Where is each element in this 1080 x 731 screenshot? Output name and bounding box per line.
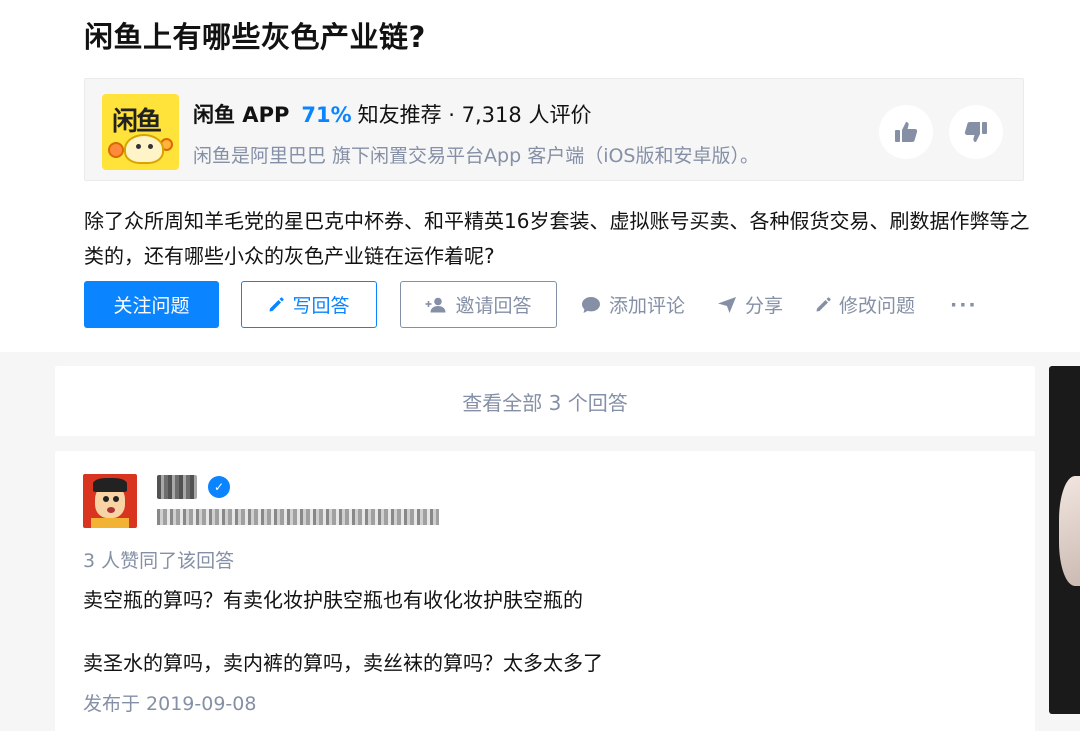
follow-question-button[interactable]: 关注问题 bbox=[84, 281, 219, 328]
edit-question-button[interactable]: 修改问题 bbox=[815, 281, 915, 328]
question-actions: 关注问题 写回答 邀请回答 添加评论 分享 修改问题 ··· bbox=[84, 281, 1044, 328]
app-recommend-card[interactable]: 闲鱼 闲鱼 APP 71% 知友推荐 · 7,318 人评价 闲鱼是阿里巴巴 旗下闲… bbox=[84, 78, 1024, 181]
more-icon: ··· bbox=[950, 293, 978, 316]
side-image bbox=[1059, 476, 1080, 586]
app-recommend-percent: 71% bbox=[301, 103, 352, 127]
invite-answer-label: 邀请回答 bbox=[455, 295, 532, 317]
avatar[interactable] bbox=[83, 474, 137, 528]
author-name-blurred[interactable] bbox=[157, 475, 197, 499]
edit-question-label: 修改问题 bbox=[839, 295, 916, 317]
app-recommend-count: 知友推荐 · 7,318 人评价 bbox=[357, 103, 592, 127]
answer-card: ✓ 3 人赞同了该回答 卖空瓶的算吗？有卖化妆护肤空瓶也有收化妆护肤空瓶的 卖圣… bbox=[55, 451, 1035, 731]
question-detail: 除了众所周知羊毛党的星巴克中杯券、和平精英16岁套装、虚拟账号买卖、各种假货交易… bbox=[84, 209, 1030, 268]
side-image-panel bbox=[1049, 366, 1080, 714]
app-name[interactable]: 闲鱼 APP bbox=[193, 103, 289, 127]
answer-paragraph: 卖空瓶的算吗？有卖化妆护肤空瓶也有收化妆护肤空瓶的 bbox=[83, 588, 583, 612]
question-header: 闲鱼上有哪些灰色产业链? 闲鱼 闲鱼 APP 71% 知友推荐 · 7,318 人评… bbox=[0, 0, 1080, 352]
thumbs-down-icon bbox=[964, 122, 987, 142]
answer-publish-date[interactable]: 发布于 2019-09-08 bbox=[83, 689, 256, 716]
pencil-icon bbox=[816, 296, 831, 311]
thumbs-up-icon bbox=[895, 122, 918, 142]
pencil-icon bbox=[269, 296, 285, 311]
share-label: 分享 bbox=[745, 295, 784, 317]
view-all-answers-button[interactable]: 查看全部 3 个回答 bbox=[55, 366, 1035, 436]
write-answer-button[interactable]: 写回答 bbox=[241, 281, 377, 328]
fish-mascot bbox=[124, 134, 164, 164]
comment-icon bbox=[582, 296, 600, 313]
app-logo-text: 闲鱼 bbox=[112, 107, 162, 137]
view-all-answers-label: 查看全部 3 个回答 bbox=[462, 390, 628, 415]
app-info-line: 闲鱼 APP 71% 知友推荐 · 7,318 人评价 bbox=[193, 99, 591, 129]
thumbs-up-button[interactable] bbox=[879, 105, 933, 159]
add-comment-label: 添加评论 bbox=[609, 295, 686, 317]
app-description: 闲鱼是阿里巴巴 旗下闲置交易平台App 客户端（iOS版和安卓版）。 bbox=[193, 145, 759, 167]
more-options-button[interactable]: ··· bbox=[950, 281, 978, 328]
add-comment-button[interactable]: 添加评论 bbox=[581, 281, 685, 328]
follow-question-label: 关注问题 bbox=[113, 295, 190, 317]
answer-vote-count: 3 人赞同了该回答 bbox=[83, 550, 235, 572]
author-bio-blurred bbox=[157, 509, 439, 525]
write-answer-label: 写回答 bbox=[292, 295, 350, 317]
answer-paragraph: 卖圣水的算吗，卖内裤的算吗，卖丝袜的算吗？太多太多了 bbox=[83, 651, 603, 675]
verified-badge-icon: ✓ bbox=[208, 476, 230, 498]
share-button[interactable]: 分享 bbox=[717, 281, 783, 328]
coin-graphic bbox=[108, 142, 124, 158]
thumbs-down-button[interactable] bbox=[949, 105, 1003, 159]
add-user-icon bbox=[425, 297, 446, 312]
invite-answer-button[interactable]: 邀请回答 bbox=[400, 281, 557, 328]
paper-plane-icon bbox=[718, 296, 736, 313]
app-logo: 闲鱼 bbox=[102, 94, 179, 170]
question-title: 闲鱼上有哪些灰色产业链? bbox=[84, 20, 426, 54]
